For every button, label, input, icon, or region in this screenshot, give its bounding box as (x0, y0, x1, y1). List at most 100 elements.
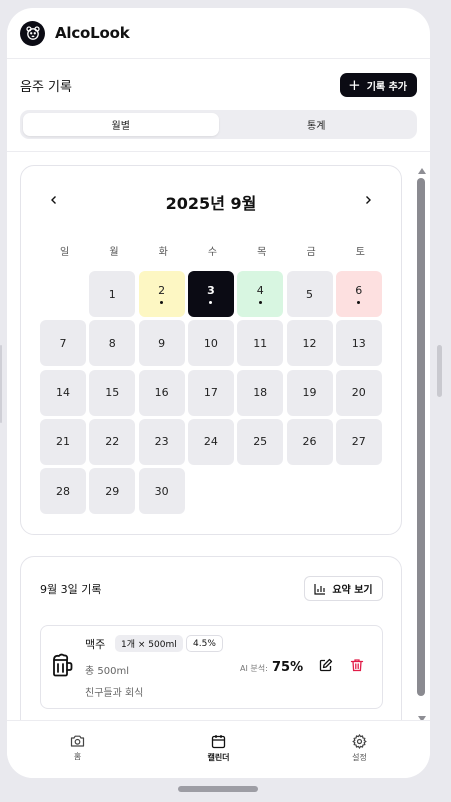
calendar-day-24[interactable]: 24 (187, 418, 234, 465)
add-record-label: 기록 추가 (366, 81, 407, 93)
drink-name: 맥주 (85, 638, 106, 651)
calendar-day-28[interactable]: 28 (40, 468, 86, 515)
tab-monthly[interactable]: 월별 (23, 113, 219, 136)
record-dot-icon (258, 301, 262, 304)
app-header: AlcoLook (7, 8, 430, 59)
calendar-day-11[interactable]: 11 (237, 320, 284, 367)
summary-button[interactable]: 요약 보기 (304, 576, 383, 601)
weekday-label: 월 (109, 247, 119, 258)
calendar-day-1[interactable]: 1 (89, 271, 136, 317)
calendar-day-7[interactable]: 7 (40, 320, 86, 367)
calendar-day-number: 19 (302, 386, 317, 400)
month-title: 2025년 9월 (165, 194, 257, 213)
calendar-day-27[interactable]: 27 (335, 418, 382, 465)
record-date-title: 9월 3일 기록 (40, 583, 102, 596)
weekday-label: 금 (306, 247, 316, 258)
nav-item-settings[interactable]: 설정 (289, 721, 430, 778)
record-card: 9월 3일 기록 요약 보기 맥주 1개 × 500ml 4.5% 총 500m… (20, 556, 402, 720)
calendar-day-22[interactable]: 22 (89, 418, 136, 465)
calendar-day-number: 16 (154, 386, 169, 400)
calendar-header: 2025년 9월 (21, 188, 401, 213)
nav-item-calendar[interactable]: 캘린더 (148, 721, 289, 778)
calendar-day-number: 5 (306, 287, 313, 301)
calendar-day-12[interactable]: 12 (286, 320, 333, 367)
calendar-day-number: 20 (351, 386, 366, 400)
calendar-day-6[interactable]: 6 (335, 271, 382, 317)
calendar-day-18[interactable]: 18 (237, 369, 284, 416)
calendar-day-20[interactable]: 20 (335, 369, 382, 416)
nav-label-home: 홈 (73, 752, 82, 761)
calendar-day-number: 29 (105, 484, 120, 498)
weekday-label: 화 (158, 247, 168, 258)
weekday-label: 토 (355, 247, 365, 258)
calendar-day-8[interactable]: 8 (89, 320, 136, 367)
calendar-day-17[interactable]: 17 (187, 369, 234, 416)
weekday-row: 일 월 화 수 목 금 토 (40, 243, 385, 258)
side-edge-left (0, 345, 2, 423)
calendar-day-21[interactable]: 21 (40, 418, 86, 465)
calendar-day-14[interactable]: 14 (40, 369, 86, 416)
calendar-day-3[interactable]: 3 (187, 271, 234, 317)
calendar-day-10[interactable]: 10 (187, 320, 234, 367)
calendar-card: 2025년 9월 일 월 화 수 목 금 토 1 2 3 4 5 6 7 8 9 10 11 12 13… (20, 165, 402, 535)
calendar-day-15[interactable]: 15 (89, 369, 136, 416)
ai-analysis-label: AI 분석: (240, 664, 268, 673)
weekday-label: 수 (207, 247, 218, 258)
bottom-nav: 홈 캘린더 설정 (7, 720, 430, 778)
calendar-day-number: 9 (158, 336, 166, 350)
trash-icon[interactable] (350, 657, 366, 673)
scrollbar[interactable] (417, 168, 426, 720)
calendar-day-16[interactable]: 16 (138, 369, 185, 416)
calendar-day-4[interactable]: 4 (237, 271, 284, 317)
scroll-area[interactable]: 2025년 9월 일 월 화 수 목 금 토 1 2 3 4 5 6 7 8 9 10 11 12 13… (7, 152, 430, 720)
calendar-day-30[interactable]: 30 (138, 468, 185, 515)
calendar-day-number: 2 (158, 284, 166, 297)
calendar-day-number: 6 (355, 284, 363, 297)
quantity-chip: 1개 × 500ml (115, 635, 183, 652)
calendar-day-23[interactable]: 23 (138, 418, 185, 465)
calendar-day-number: 11 (253, 336, 268, 350)
scrollbar-thumb[interactable] (417, 178, 425, 696)
calendar-day-number: 7 (59, 336, 67, 350)
calendar-day-number: 14 (56, 386, 70, 400)
record-note: 친구들과 회식 (85, 688, 144, 699)
calendar-day-number: 24 (203, 435, 218, 449)
app-title: AlcoLook (55, 24, 130, 42)
calendar-day-5[interactable]: 5 (286, 271, 333, 317)
record-dot-icon (160, 301, 164, 304)
total-volume: 총 500ml (85, 666, 129, 677)
record-entry[interactable]: 맥주 1개 × 500ml 4.5% 총 500ml 친구들과 회식 AI 분석… (40, 625, 383, 709)
chevron-right-icon[interactable] (356, 188, 380, 212)
nav-item-home[interactable]: 홈 (7, 721, 148, 778)
bar-chart-icon (314, 583, 326, 595)
record-dot-icon (357, 301, 361, 304)
nav-label-settings: 설정 (352, 753, 367, 762)
edit-icon[interactable] (319, 657, 335, 673)
calendar-day-26[interactable]: 26 (286, 418, 333, 465)
side-edge-right (437, 345, 442, 397)
calendar-day-19[interactable]: 19 (286, 369, 333, 416)
calendar-day-number: 23 (154, 435, 169, 449)
calendar-day-number: 17 (203, 386, 218, 400)
add-record-button[interactable]: + 기록 추가 (340, 73, 417, 97)
weekday-label: 일 (60, 247, 70, 258)
calendar-day-13[interactable]: 13 (335, 320, 382, 367)
view-tabs: 월별 통계 (20, 110, 417, 139)
calendar-day-number: 18 (253, 386, 268, 400)
bear-logo-icon (20, 20, 45, 46)
calendar-day-number: 25 (253, 435, 268, 449)
calendar-day-9[interactable]: 9 (138, 320, 185, 367)
calendar-day-29[interactable]: 29 (89, 468, 136, 515)
calendar-day-25[interactable]: 25 (237, 418, 284, 465)
gear-icon (352, 734, 367, 749)
calendar-day-number: 30 (154, 484, 169, 498)
nav-label-calendar: 캘린더 (207, 753, 230, 762)
calendar-day-2[interactable]: 2 (138, 271, 185, 317)
record-dot-icon (209, 301, 213, 304)
summary-label: 요약 보기 (332, 585, 373, 596)
calendar-day-number: 10 (203, 336, 218, 350)
calendar-day-number: 3 (207, 284, 215, 297)
tab-statistics[interactable]: 통계 (219, 113, 415, 136)
calendar-icon (211, 735, 226, 749)
scroll-up-arrow-icon[interactable] (418, 168, 426, 174)
